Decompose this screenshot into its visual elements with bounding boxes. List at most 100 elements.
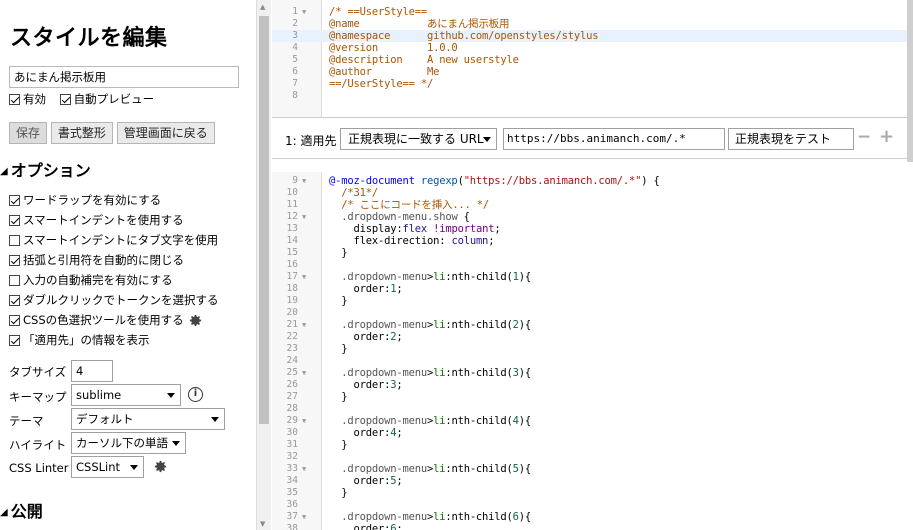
option-item[interactable]: CSSの色選択ツールを使用する — [9, 311, 219, 331]
code-line[interactable]: 32 — [272, 451, 913, 463]
tab-size-input[interactable]: 4 — [71, 360, 113, 382]
option-checkbox[interactable] — [9, 235, 20, 246]
sidebar-scrollbar[interactable]: ▲ ▼ — [256, 0, 271, 530]
option-item[interactable]: スマートインデントを使用する — [9, 211, 219, 231]
code-line[interactable]: 15 } — [272, 247, 913, 259]
code-line[interactable]: 12 ▼ .dropdown-menu.show { — [272, 211, 913, 223]
code-line[interactable]: 38 order:6; — [272, 523, 913, 530]
highlight-select[interactable]: カーソル下の単語 — [71, 432, 186, 454]
line-number: 30 — [286, 427, 298, 438]
option-label: 括弧と引用符を自動的に閉じる — [23, 253, 184, 267]
option-item[interactable]: 入力の自動補完を有効にする — [9, 271, 219, 291]
main-code-section[interactable]: 9 ▼ @-moz-document regexp("https://bbs.ani… — [272, 172, 913, 530]
code-line[interactable]: 5 @description A new userstyle — [272, 54, 913, 66]
fold-arrow-icon[interactable]: ▼ — [302, 319, 306, 331]
keymap-select[interactable]: sublime — [71, 384, 181, 406]
gear-icon[interactable] — [188, 313, 203, 328]
enabled-checkbox[interactable] — [9, 94, 20, 105]
code-editor[interactable]: 1 ▼ /* ==UserStyle== 2 @name あにまん掲示板用 3 @names… — [272, 0, 913, 530]
option-checkbox[interactable] — [9, 275, 20, 286]
scroll-down-arrow-icon[interactable]: ▼ — [260, 520, 265, 528]
code-line[interactable]: 26 order:3; — [272, 379, 913, 391]
option-checkbox[interactable] — [9, 215, 20, 226]
code-line[interactable]: 7 ==/UserStyle== */ — [272, 78, 913, 90]
code-line[interactable]: 37 ▼ .dropdown-menu>li:nth-child(6){ — [272, 511, 913, 523]
chevron-down-icon — [130, 465, 138, 470]
code-line[interactable]: 33 ▼ .dropdown-menu>li:nth-child(5){ — [272, 463, 913, 475]
option-checkbox[interactable] — [9, 315, 20, 326]
code-line[interactable]: 17 ▼ .dropdown-menu>li:nth-child(1){ — [272, 271, 913, 283]
fold-arrow-icon[interactable]: ▼ — [302, 367, 306, 379]
option-item[interactable]: スマートインデントにタブ文字を使用 — [9, 231, 219, 251]
code-line[interactable]: 22 order:2; — [272, 331, 913, 343]
fold-arrow-icon[interactable]: ▼ — [302, 6, 306, 18]
code-line[interactable]: 23 } — [272, 343, 913, 355]
code-line[interactable]: 24 — [272, 355, 913, 367]
line-number: 14 — [286, 235, 298, 246]
applies-type-select[interactable]: 正規表現に一致する URL — [340, 128, 497, 150]
code-line[interactable]: 36 — [272, 499, 913, 511]
code-line[interactable]: 9 ▼ @-moz-document regexp("https://bbs.ani… — [272, 175, 913, 187]
code-line[interactable]: 21 ▼ .dropdown-menu>li:nth-child(2){ — [272, 319, 913, 331]
test-regexp-button[interactable]: 正規表現をテスト — [728, 128, 854, 150]
scroll-up-arrow-icon[interactable]: ▲ — [260, 3, 265, 11]
fold-arrow-icon[interactable]: ▼ — [302, 175, 306, 187]
code-line[interactable]: 27 } — [272, 391, 913, 403]
code-line[interactable]: 19 } — [272, 295, 913, 307]
options-heading[interactable]: ◢ オプション — [0, 157, 91, 181]
beautify-button[interactable]: 書式整形 — [50, 122, 113, 144]
live-preview-checkbox[interactable] — [59, 94, 71, 105]
header-code-section[interactable]: 1 ▼ /* ==UserStyle== 2 @name あにまん掲示板用 3 @names… — [272, 0, 913, 117]
linter-select[interactable]: CSSLint — [71, 456, 144, 478]
theme-select[interactable]: デフォルト — [71, 408, 225, 430]
option-item[interactable]: 「適用先」の情報を表示 — [9, 331, 219, 351]
scrollbar-thumb[interactable] — [259, 16, 269, 424]
applies-value-input[interactable]: https://bbs.animanch.com/.* — [503, 128, 725, 150]
fold-arrow-icon[interactable]: ▼ — [302, 511, 306, 523]
code-line[interactable]: 11 /* ここにコードを挿入... */ — [272, 199, 913, 211]
fold-arrow-icon[interactable]: ▼ — [302, 271, 306, 283]
option-item[interactable]: ワードラップを有効にする — [9, 191, 219, 211]
applies-label: 1: 適用先 — [285, 134, 337, 148]
option-checkbox[interactable] — [9, 195, 20, 206]
code-line[interactable]: 34 order:5; — [272, 475, 913, 487]
code-line[interactable]: 4 @version 1.0.0 — [272, 42, 913, 54]
option-item[interactable]: ダブルクリックでトークンを選択する — [9, 291, 219, 311]
code-line[interactable]: 6 @author Me — [272, 66, 913, 78]
remove-applies-button[interactable]: − — [857, 127, 871, 147]
code-line[interactable]: 29 ▼ .dropdown-menu>li:nth-child(4){ — [272, 415, 913, 427]
line-number: 23 — [286, 343, 298, 354]
code-line[interactable]: 2 @name あにまん掲示板用 — [272, 18, 913, 30]
code-line[interactable]: 18 order:1; — [272, 283, 913, 295]
code-line[interactable]: 28 — [272, 403, 913, 415]
option-item[interactable]: 括弧と引用符を自動的に閉じる — [9, 251, 219, 271]
publish-heading[interactable]: ◢ 公開 — [0, 498, 43, 522]
editor-scrollbar[interactable] — [907, 0, 913, 162]
fold-arrow-icon[interactable]: ▼ — [302, 211, 306, 223]
code-line[interactable]: 1 ▼ /* ==UserStyle== — [272, 6, 913, 18]
code-line[interactable]: 13 display:flex !important; — [272, 223, 913, 235]
line-number: 11 — [286, 199, 298, 210]
fold-arrow-icon[interactable]: ▼ — [302, 415, 306, 427]
code-line[interactable]: 3 @namespace github.com/openstyles/stylus — [272, 30, 913, 42]
code-line[interactable]: 35 } — [272, 487, 913, 499]
info-icon[interactable]: i — [188, 387, 203, 402]
add-applies-button[interactable]: + — [879, 126, 894, 147]
option-checkbox[interactable] — [9, 255, 20, 266]
option-checkbox[interactable] — [9, 295, 20, 306]
code-line[interactable]: 20 — [272, 307, 913, 319]
code-line[interactable]: 10 /*31*/ — [272, 187, 913, 199]
code-line[interactable]: 30 order:4; — [272, 427, 913, 439]
style-name-input[interactable]: あにまん掲示板用 — [9, 66, 239, 88]
code-line[interactable]: 16 — [272, 259, 913, 271]
code-line[interactable]: 8 — [272, 90, 913, 102]
fold-arrow-icon[interactable]: ▼ — [302, 463, 306, 475]
save-button[interactable]: 保存 — [9, 122, 48, 144]
manage-button[interactable]: 管理画面に戻る — [116, 122, 215, 144]
code-line[interactable]: 25 ▼ .dropdown-menu>li:nth-child(3){ — [272, 367, 913, 379]
tab-size-row: タブサイズ — [9, 364, 71, 380]
option-checkbox[interactable] — [9, 335, 20, 346]
gear-icon[interactable] — [153, 459, 168, 474]
code-line[interactable]: 31 } — [272, 439, 913, 451]
code-line[interactable]: 14 flex-direction: column; — [272, 235, 913, 247]
